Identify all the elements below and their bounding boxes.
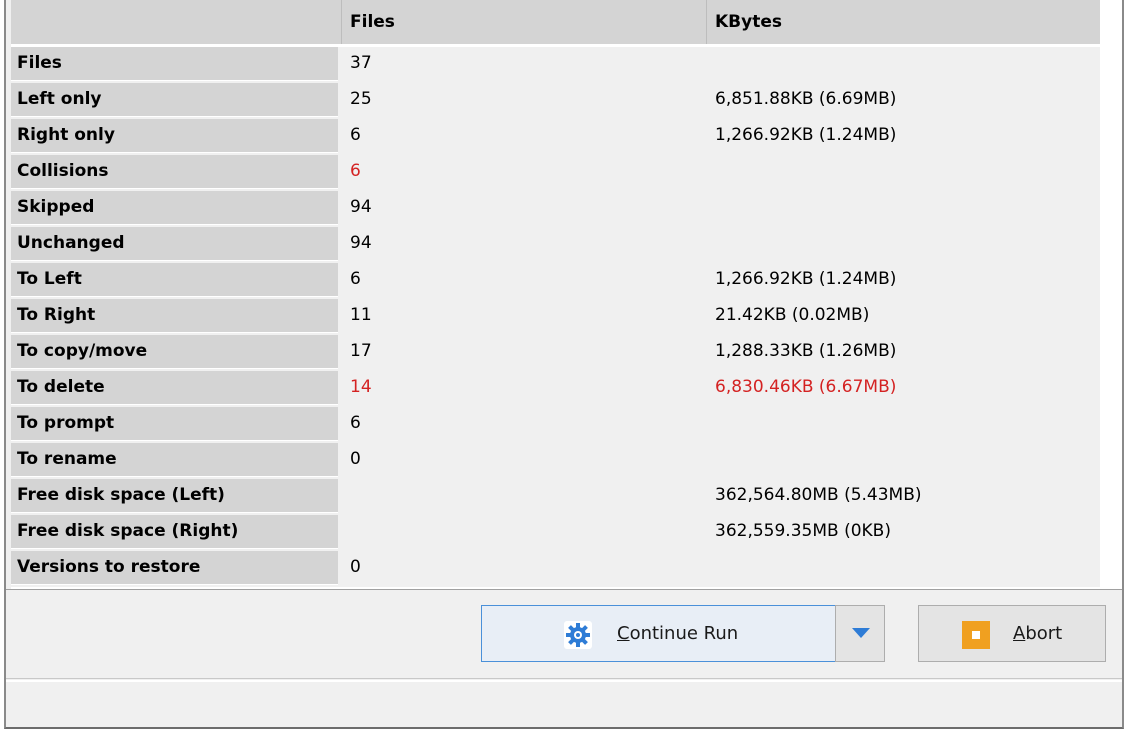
row-label: To prompt xyxy=(11,407,338,441)
abort-button[interactable]: Abort xyxy=(918,605,1106,662)
header-files[interactable]: Files xyxy=(342,0,707,44)
row-label: To rename xyxy=(11,443,338,477)
row-kbytes: 1,266.92KB (1.24MB) xyxy=(715,269,897,289)
table-row[interactable]: Files 37 xyxy=(11,47,1100,81)
row-label: Free disk space (Left) xyxy=(11,479,338,513)
header-label-column xyxy=(11,0,342,44)
stop-icon xyxy=(962,621,990,649)
table-row[interactable]: Free disk space (Right) 362,559.35MB (0K… xyxy=(11,515,1100,549)
row-label: Skipped xyxy=(11,191,338,225)
row-kbytes xyxy=(707,47,1097,81)
table-row[interactable]: To rename 0 xyxy=(11,443,1100,477)
row-kbytes xyxy=(707,227,1097,261)
abort-label: Abort xyxy=(1013,623,1063,644)
row-kbytes: 362,559.35MB (0KB) xyxy=(715,521,891,541)
row-label: To delete xyxy=(11,371,338,405)
row-kbytes xyxy=(707,443,1097,477)
row-files: 25 xyxy=(350,89,372,109)
table-row[interactable]: To Right 11 21.42KB (0.02MB) xyxy=(11,299,1100,333)
table-row[interactable]: Unchanged 94 xyxy=(11,227,1100,261)
dialog-window: Files KBytes Files 37 Left only 25 6,851… xyxy=(4,0,1124,729)
row-label: Unchanged xyxy=(11,227,338,261)
divider xyxy=(6,678,1122,679)
continue-run-label: Continue Run xyxy=(617,623,739,644)
continue-run-button[interactable]: Continue Run xyxy=(481,605,836,662)
table-row[interactable]: To delete 14 6,830.46KB (6.67MB) xyxy=(11,371,1100,405)
row-label: Free disk space (Right) xyxy=(11,515,338,549)
gear-icon xyxy=(564,621,592,649)
row-label: To Right xyxy=(11,299,338,333)
table-row[interactable]: Left only 25 6,851.88KB (6.69MB) xyxy=(11,83,1100,117)
row-kbytes xyxy=(707,155,1097,189)
scrollbar-gutter[interactable] xyxy=(1100,0,1122,589)
continue-options-dropdown[interactable] xyxy=(835,605,885,662)
row-files xyxy=(342,515,704,549)
table-row[interactable]: Skipped 94 xyxy=(11,191,1100,225)
row-files: 6 xyxy=(350,413,361,433)
table-row[interactable]: Versions to restore 0 xyxy=(11,551,1100,585)
row-kbytes xyxy=(707,551,1097,585)
row-label: Collisions xyxy=(11,155,338,189)
row-files: 94 xyxy=(350,233,372,253)
row-label: To Left xyxy=(11,263,338,297)
row-kbytes: 21.42KB (0.02MB) xyxy=(715,305,870,325)
row-label: To copy/move xyxy=(11,335,338,369)
row-files: 0 xyxy=(350,557,361,577)
row-label: Versions to restore xyxy=(11,551,338,585)
row-files: 94 xyxy=(350,197,372,217)
table-row[interactable]: To prompt 6 xyxy=(11,407,1100,441)
row-kbytes: 6,830.46KB (6.67MB) xyxy=(715,377,897,397)
row-files: 17 xyxy=(350,341,372,361)
header-kbytes[interactable]: KBytes xyxy=(707,0,1100,44)
table-body: Files 37 Left only 25 6,851.88KB (6.69MB… xyxy=(11,47,1100,587)
row-kbytes xyxy=(707,191,1097,225)
row-label: Files xyxy=(11,47,338,81)
row-kbytes: 1,288.33KB (1.26MB) xyxy=(715,341,897,361)
row-files xyxy=(342,479,704,513)
row-kbytes: 362,564.80MB (5.43MB) xyxy=(715,485,922,505)
table-row[interactable]: Free disk space (Left) 362,564.80MB (5.4… xyxy=(11,479,1100,513)
row-files: 14 xyxy=(350,377,372,397)
row-files: 6 xyxy=(350,269,361,289)
chevron-down-icon xyxy=(852,628,870,638)
row-kbytes xyxy=(707,407,1097,441)
row-kbytes: 6,851.88KB (6.69MB) xyxy=(715,89,897,109)
divider xyxy=(6,589,1122,590)
row-label: Right only xyxy=(11,119,338,153)
row-files: 0 xyxy=(350,449,361,469)
row-kbytes: 1,266.92KB (1.24MB) xyxy=(715,125,897,145)
table-row[interactable]: To copy/move 17 1,288.33KB (1.26MB) xyxy=(11,335,1100,369)
row-files: 37 xyxy=(350,53,372,73)
table-row[interactable]: Collisions 6 xyxy=(11,155,1100,189)
row-files: 11 xyxy=(350,305,372,325)
row-files: 6 xyxy=(350,125,361,145)
table-row[interactable]: Right only 6 1,266.92KB (1.24MB) xyxy=(11,119,1100,153)
status-bar xyxy=(6,680,1122,727)
row-label: Left only xyxy=(11,83,338,117)
row-files: 6 xyxy=(350,161,361,181)
table-header: Files KBytes xyxy=(11,0,1100,44)
summary-table: Files KBytes Files 37 Left only 25 6,851… xyxy=(11,0,1122,589)
table-row[interactable]: To Left 6 1,266.92KB (1.24MB) xyxy=(11,263,1100,297)
